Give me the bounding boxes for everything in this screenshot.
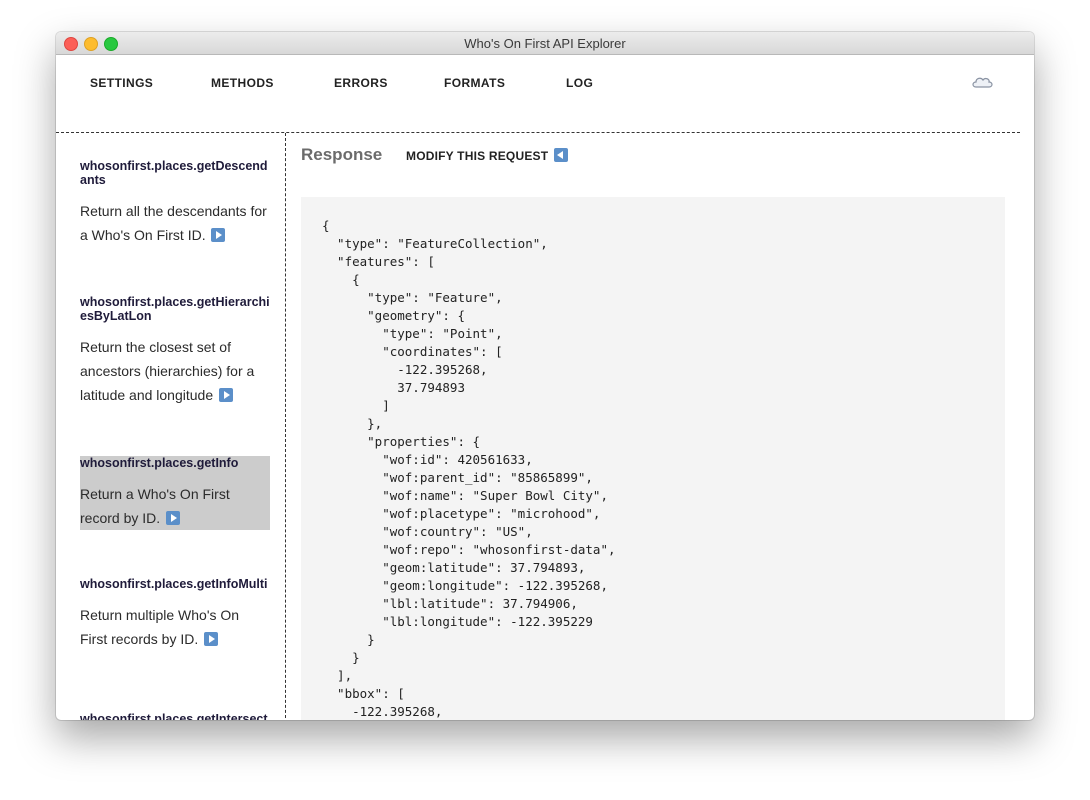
method-item: whosonfirst.places.getHierarchiesByLatLo… [80,295,270,407]
response-json: { "type": "FeatureCollection", "features… [322,218,616,719]
method-description: Return all the descendants for a Who's O… [80,199,270,247]
nav-formats[interactable]: FORMATS [444,76,505,90]
play-icon[interactable] [166,511,181,525]
method-item-selected: whosonfirst.places.getInfo Return a Who'… [80,456,270,530]
nav-methods[interactable]: METHODS [211,76,274,90]
back-arrow-icon[interactable] [553,148,568,162]
method-description: Return multiple Who's On First records b… [80,603,270,651]
method-name[interactable]: whosonfirst.places.getInfoMulti [80,577,270,591]
nav-log[interactable]: LOG [566,76,593,90]
modify-request-button[interactable]: MODIFY THIS REQUEST [406,148,568,163]
response-code-block[interactable]: { "type": "FeatureCollection", "features… [301,197,1005,720]
method-item: whosonfirst.places.getIntersects [80,712,270,720]
sidebar-divider [285,133,286,720]
title-bar: Who's On First API Explorer [56,32,1034,55]
nav-divider [56,132,1020,133]
method-description: Return a Who's On First record by ID. [80,482,270,530]
method-name[interactable]: whosonfirst.places.getDescendants [80,159,270,187]
response-heading: Response [301,145,383,164]
top-nav: SETTINGS METHODS ERRORS FORMATS LOG [56,76,1034,96]
method-name[interactable]: whosonfirst.places.getIntersects [80,712,270,720]
app-window: Who's On First API Explorer SETTINGS MET… [56,32,1034,720]
nav-errors[interactable]: ERRORS [334,76,388,90]
method-name[interactable]: whosonfirst.places.getHierarchiesByLatLo… [80,295,270,323]
method-description-text: Return a Who's On First record by ID. [80,486,230,526]
method-description-text: Return all the descendants for a Who's O… [80,203,267,243]
method-description: Return the closest set of ancestors (hie… [80,335,270,407]
method-name[interactable]: whosonfirst.places.getInfo [80,456,270,470]
cloud-icon[interactable] [970,72,994,92]
nav-settings[interactable]: SETTINGS [90,76,153,90]
method-item: whosonfirst.places.getDescendants Return… [80,159,270,247]
play-icon[interactable] [211,228,226,242]
window-title: Who's On First API Explorer [464,36,626,51]
method-item: whosonfirst.places.getInfoMulti Return m… [80,577,270,651]
play-icon[interactable] [219,388,233,402]
play-icon[interactable] [204,632,219,646]
modify-request-label: MODIFY THIS REQUEST [406,149,549,163]
